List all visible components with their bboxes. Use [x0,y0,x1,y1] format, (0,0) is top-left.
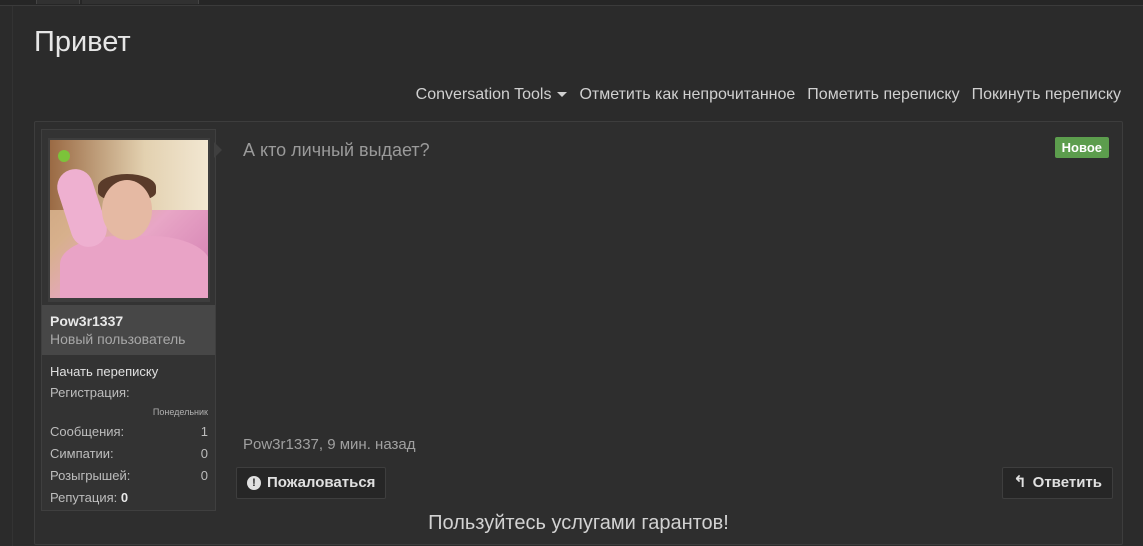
mark-conversation-link[interactable]: Пометить переписку [807,86,959,104]
mark-unread-link[interactable]: Отметить как непрочитанное [579,86,795,104]
reputation-row: Репутация: 0 [50,487,208,509]
conversation-tools-label: Conversation Tools [415,86,552,103]
avatar[interactable] [50,140,208,298]
giveaways-label: Розыгрышей: [50,468,131,483]
likes-value: 0 [200,446,208,461]
top-tab[interactable] [36,0,80,4]
likes-row: Симпатии: 0 [50,443,208,465]
message-meta[interactable]: Pow3r1337, 9 мин. назад [243,436,415,453]
reputation-value: 0 [120,490,129,505]
giveaways-row: Розыгрышей: 0 [50,465,208,487]
page-title: Привет [34,26,131,58]
user-title: Новый пользователь [50,331,186,347]
registration-value: Понедельник [152,407,208,417]
reply-button[interactable]: ↰ Ответить [1002,467,1113,499]
avatar-frame[interactable] [48,138,210,302]
user-name-box: Pow3r1337 Новый пользователь [42,305,215,355]
report-button[interactable]: ! Пожаловаться [236,467,387,499]
top-tab[interactable] [82,0,199,4]
user-info: Начать переписку Регистрация: Понедельни… [50,364,208,509]
messages-row: Сообщения: 1 [50,421,208,443]
online-status-icon [58,150,70,162]
user-card-pointer [214,142,222,158]
conversation-toolbar: Conversation Tools Отметить как непрочит… [416,86,1121,104]
report-label: Пожаловаться [267,474,376,491]
reply-label: Ответить [1032,474,1102,491]
leave-conversation-link[interactable]: Покинуть переписку [972,86,1121,104]
user-card: Pow3r1337 Новый пользователь Начать пере… [41,129,216,511]
caret-down-icon [557,92,568,98]
new-badge: Новое [1054,137,1109,158]
left-divider [12,6,13,546]
likes-label: Симпатии: [50,446,114,461]
messages-label: Сообщения: [50,424,125,439]
message-post: Pow3r1337 Новый пользователь Начать пере… [34,121,1123,545]
messages-value: 1 [200,424,208,439]
reply-arrow-icon: ↰ [1013,474,1027,491]
alert-circle-icon: ! [247,476,261,490]
username-link[interactable]: Pow3r1337 [50,313,123,329]
registration-label: Регистрация: [50,385,130,400]
start-conversation-link[interactable]: Начать переписку [50,364,208,379]
giveaways-value: 0 [200,468,208,483]
message-text: А кто личный выдает? [243,140,430,160]
reputation-label: Репутация: [50,490,118,505]
conversation-tools-dropdown[interactable]: Conversation Tools [416,86,568,104]
guarantor-notice: Пользуйтесь услугами гарантов! [428,512,729,534]
